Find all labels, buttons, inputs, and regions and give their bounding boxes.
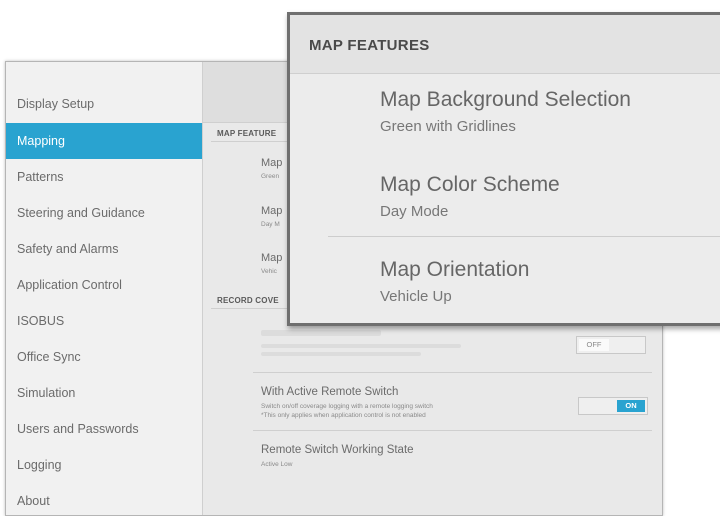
map-background-selection-value: Green with Gridlines bbox=[380, 118, 516, 135]
active-remote-switch-note: *This only applies when application cont… bbox=[261, 412, 426, 419]
active-remote-switch-description: Switch on/off coverage logging with a re… bbox=[261, 403, 433, 410]
sidebar-item-mapping[interactable]: Mapping bbox=[6, 123, 202, 159]
popup-divider bbox=[328, 236, 720, 237]
popup-section-title: MAP FEATURES bbox=[309, 37, 430, 54]
active-remote-switch-toggle[interactable]: ON bbox=[578, 397, 648, 415]
sidebar-item-users-and-passwords[interactable]: Users and Passwords bbox=[6, 411, 202, 447]
map-background-selection-title: Map Background Selection bbox=[380, 88, 631, 111]
sidebar-item-office-sync[interactable]: Office Sync bbox=[6, 339, 202, 375]
record-coverage-section-header: RECORD COVE bbox=[217, 296, 279, 305]
remote-switch-state-title[interactable]: Remote Switch Working State bbox=[261, 444, 414, 456]
map-orientation-item[interactable]: Map Orientation Vehicle Up bbox=[380, 258, 529, 305]
item-divider bbox=[253, 430, 652, 431]
map-item-title[interactable]: Map bbox=[261, 157, 282, 169]
item-divider bbox=[253, 372, 652, 373]
toggle-on-label: ON bbox=[617, 400, 645, 412]
settings-sidebar: Display Setup Mapping Patterns Steering … bbox=[6, 62, 203, 515]
faded-item-title bbox=[261, 330, 381, 336]
sidebar-item-isobus[interactable]: ISOBUS bbox=[6, 303, 202, 339]
map-features-zoom-callout: MAP FEATURES Map Background Selection Gr… bbox=[287, 12, 720, 326]
map-orientation-title: Map Orientation bbox=[380, 258, 530, 281]
faded-item-description bbox=[261, 352, 421, 356]
map-item-subtitle: Day M bbox=[261, 221, 280, 228]
sidebar-item-application-control[interactable]: Application Control bbox=[6, 267, 202, 303]
map-item-title[interactable]: Map bbox=[261, 205, 282, 217]
active-remote-switch-title: With Active Remote Switch bbox=[261, 386, 399, 398]
toggle-off-label: OFF bbox=[579, 339, 609, 351]
map-features-section-header: MAP FEATURE bbox=[217, 129, 277, 138]
faded-item-description bbox=[261, 344, 461, 348]
map-color-scheme-item[interactable]: Map Color Scheme Day Mode bbox=[380, 173, 560, 220]
map-item-subtitle: Green bbox=[261, 173, 280, 180]
remote-switch-state-value: Active Low bbox=[261, 461, 293, 468]
map-background-selection-item[interactable]: Map Background Selection Green with Grid… bbox=[380, 88, 631, 135]
sidebar-item-simulation[interactable]: Simulation bbox=[6, 375, 202, 411]
map-orientation-value: Vehicle Up bbox=[380, 288, 452, 305]
sidebar-item-logging[interactable]: Logging bbox=[6, 447, 202, 483]
sidebar-item-steering-and-guidance[interactable]: Steering and Guidance bbox=[6, 195, 202, 231]
sidebar-item-about[interactable]: About bbox=[6, 483, 202, 515]
map-item-subtitle: Vehic bbox=[261, 268, 277, 275]
sidebar-item-safety-and-alarms[interactable]: Safety and Alarms bbox=[6, 231, 202, 267]
sidebar-item-patterns[interactable]: Patterns bbox=[6, 159, 202, 195]
map-item-title[interactable]: Map bbox=[261, 252, 282, 264]
popup-header: MAP FEATURES bbox=[290, 15, 720, 74]
map-color-scheme-title: Map Color Scheme bbox=[380, 173, 560, 196]
map-color-scheme-value: Day Mode bbox=[380, 203, 449, 220]
faded-toggle[interactable]: OFF bbox=[576, 336, 646, 354]
sidebar-item-display-setup[interactable]: Display Setup bbox=[6, 86, 202, 122]
